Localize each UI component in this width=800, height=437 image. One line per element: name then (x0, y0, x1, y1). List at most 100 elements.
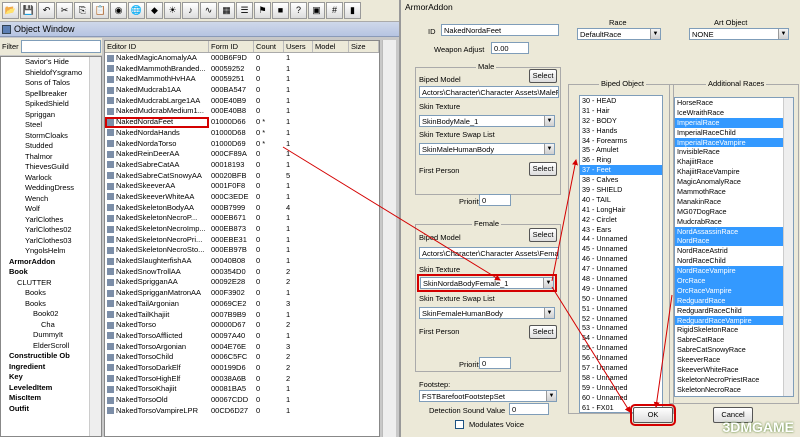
tree-item[interactable]: YngolsHelm (1, 246, 101, 257)
race-item[interactable]: RedguardRace (675, 295, 793, 306)
race-item[interactable]: SkeeverRace (675, 355, 793, 365)
column-header[interactable]: Size (349, 41, 379, 52)
biped-slot-item[interactable]: 42 - Circlet (580, 215, 662, 225)
detection-field[interactable]: 0 (509, 403, 549, 415)
female-skin-swap-dropdown[interactable]: SkinFemaleHumanBody ▼ (419, 307, 555, 319)
biped-slot-item[interactable]: 40 - TAIL (580, 195, 662, 205)
biped-slot-item[interactable]: 30 - HEAD (580, 96, 662, 106)
tree-item[interactable]: Spellbreaker (1, 89, 101, 100)
race-item[interactable]: SkeletonNecroPriestRace (675, 375, 793, 385)
footstep-dropdown[interactable]: FSTBarefootFootstepSet ▼ (419, 390, 557, 402)
race-item[interactable]: SkeletonRace (675, 395, 793, 396)
tree-item[interactable]: Warlock (1, 173, 101, 184)
female-skin-texture-dropdown[interactable]: SkinNordaBodyFemale_1 ▼ (417, 274, 557, 292)
tree-item[interactable]: LeveledItem (1, 383, 101, 394)
undo-icon[interactable]: ↶ (38, 2, 55, 19)
table-row[interactable]: NakedReinDeerAA 000CF89A 0 1 (105, 149, 379, 160)
biped-slot-item[interactable]: 46 - Unnamed (580, 254, 662, 264)
tree-item[interactable]: Thalmor (1, 152, 101, 163)
biped-slot-item[interactable]: 31 - Hair (580, 106, 662, 116)
tree-item[interactable]: SpikedShield (1, 99, 101, 110)
table-row[interactable]: NakedSprigganAA 00092E28 0 2 (105, 277, 379, 288)
tree-item[interactable]: Wolf (1, 204, 101, 215)
column-header[interactable]: Count (254, 41, 284, 52)
race-item[interactable]: NordRaceVampire (675, 266, 793, 277)
tree-item[interactable]: YarlClothes02 (1, 225, 101, 236)
biped-slot-item[interactable]: 52 - Unnamed (580, 314, 662, 324)
tree-item[interactable]: Book02 (1, 309, 101, 320)
biped-slot-item[interactable]: 50 - Unnamed (580, 294, 662, 304)
race-item[interactable]: MammothRace (675, 187, 793, 197)
male-skin-swap-dropdown[interactable]: SkinMaleHumanBody ▼ (419, 143, 555, 155)
table-row[interactable]: NakedTailArgonian 00069CE2 0 3 (105, 299, 379, 310)
tree-item[interactable]: Studded (1, 141, 101, 152)
copy-icon[interactable]: ⎘ (74, 2, 91, 19)
biped-slot-item[interactable]: 43 - Ears (580, 225, 662, 235)
table-row[interactable]: NakedSkeletonNecroP... 000EB671 0 1 (105, 213, 379, 224)
cut-icon[interactable]: ✂ (56, 2, 73, 19)
tree-item[interactable]: ElderScroll (1, 341, 101, 352)
biped-slot-item[interactable]: 49 - Unnamed (580, 284, 662, 294)
tree-item[interactable]: StormCloaks (1, 131, 101, 142)
female-biped-select-button[interactable]: Select (529, 228, 557, 242)
race-item[interactable]: IceWraithRace (675, 108, 793, 118)
sound-icon[interactable]: ♪ (182, 2, 199, 19)
tree-item[interactable]: Key (1, 372, 101, 383)
male-first-person-select-button[interactable]: Select (529, 162, 557, 176)
tree-item[interactable]: Book (1, 267, 101, 278)
table-row[interactable]: NakedMammothBranded... 00059252 0 1 (105, 64, 379, 75)
biped-object-list[interactable]: 30 - HEAD 31 - Hair 32 - BODY 33 - Hands 34 … (579, 95, 663, 413)
biped-slot-item[interactable]: 57 - Unnamed (580, 363, 662, 373)
race-item[interactable]: SkeeverWhiteRace (675, 365, 793, 375)
table-row[interactable]: NakedTorsoChild 0006C5FC 0 2 (105, 352, 379, 363)
biped-slot-item[interactable]: 35 - Amulet (580, 145, 662, 155)
question-icon[interactable]: ? (290, 2, 307, 19)
modulates-voice-checkbox[interactable] (455, 420, 464, 429)
race-item[interactable]: RedguardRaceVampire (675, 315, 793, 326)
race-item[interactable]: NordRaceAstrid (675, 246, 793, 256)
table-row[interactable]: NakedNordaFeet 01000D66 0 * 1 (105, 117, 379, 128)
preview-icon[interactable]: ▣ (308, 2, 325, 19)
tree-item[interactable]: Books (1, 299, 101, 310)
table-row[interactable]: NakedSkeeverWhiteAA 000C3EDE 0 1 (105, 192, 379, 203)
race-item[interactable]: MG07DogRace (675, 207, 793, 217)
biped-slot-item[interactable]: 56 - Unnamed (580, 353, 662, 363)
tree-item[interactable]: ThievesGuild (1, 162, 101, 173)
tree-item[interactable]: Sons of Talos (1, 78, 101, 89)
category-tree[interactable]: Savior's Hide ShieldofYsgramo Sons of Talo… (0, 56, 102, 437)
table-row[interactable]: NakedTorsoOld 00067CDD 0 1 (105, 395, 379, 406)
biped-slot-item[interactable]: 51 - Unnamed (580, 304, 662, 314)
column-header[interactable]: Form ID (209, 41, 254, 52)
table-row[interactable]: NakedNordaHands 01000D68 0 * 1 (105, 128, 379, 139)
world-icon[interactable]: 🌐 (128, 2, 145, 19)
race-item[interactable]: SabreCatRace (675, 335, 793, 345)
table-row[interactable]: NakedSprigganMatronAA 000F3902 0 1 (105, 288, 379, 299)
table-row[interactable]: NakedTailKhajiit 0007B9B9 0 1 (105, 310, 379, 321)
biped-slot-item[interactable]: 55 - Unnamed (580, 343, 662, 353)
race-dropdown[interactable]: DefaultRace ▼ (577, 28, 661, 40)
tree-item[interactable]: Savior's Hide (1, 57, 101, 68)
table-row[interactable]: NakedTorsoAfflicted 00097A40 0 1 (105, 331, 379, 342)
lights-icon[interactable]: ☀ (164, 2, 181, 19)
tree-item[interactable]: YarlClothes03 (1, 236, 101, 247)
paste-icon[interactable]: 📋 (92, 2, 109, 19)
tree-item[interactable]: WeddingDress (1, 183, 101, 194)
biped-slot-item[interactable]: 53 - Unnamed (580, 323, 662, 333)
tree-scrollbar[interactable] (89, 57, 101, 436)
tree-item[interactable]: Wench (1, 194, 101, 205)
race-item[interactable]: ImperialRaceVampire (675, 137, 793, 148)
tree-item[interactable]: MiscItem (1, 393, 101, 404)
table-row[interactable]: NakedSlaughterfishAA 00040B08 0 1 (105, 256, 379, 267)
biped-slot-item[interactable]: 59 - Unnamed (580, 383, 662, 393)
table-row[interactable]: NakedTorsoKhajiit 00081BA5 0 1 (105, 384, 379, 395)
table-row[interactable]: NakedTorsoVampireLPR 00CD6D27 0 1 (105, 406, 379, 417)
race-item[interactable]: ImperialRaceChild (675, 128, 793, 138)
biped-slot-item[interactable]: 60 - Unnamed (580, 393, 662, 403)
tree-item[interactable]: Spriggan (1, 110, 101, 121)
table-row[interactable]: NakedTorso 00000D67 0 2 (105, 320, 379, 331)
table-row[interactable]: NakedMudcrabLarge1AA 000E40B9 0 1 (105, 96, 379, 107)
tree-item[interactable]: CLUTTER (1, 278, 101, 289)
column-header[interactable]: Users (284, 41, 313, 52)
male-skin-texture-dropdown[interactable]: SkinBodyMale_1 ▼ (419, 115, 555, 127)
biped-slot-item[interactable]: 33 - Hands (580, 126, 662, 136)
